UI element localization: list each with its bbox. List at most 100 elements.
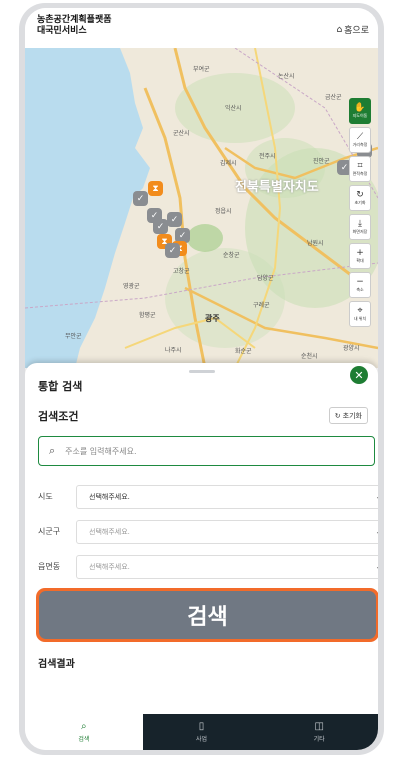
tool-save-button[interactable]: ⤓ 화면저장	[349, 214, 371, 240]
map-label-nonsan: 논산시	[278, 73, 295, 80]
app-title-line2: 대국민서비스	[37, 26, 87, 36]
map-label-gwangyang: 광양시	[343, 345, 360, 352]
map-label-suncheon: 순천시	[301, 353, 318, 360]
search-icon: ⌕	[49, 444, 56, 457]
map-label-jeonbuk: 전북특별자치도	[235, 180, 319, 195]
tool-distance-label: 거리측정	[352, 142, 368, 147]
filter-row-sido: 시도 선택해주세요. ⌄	[38, 485, 378, 509]
filter-label-sigungu: 시군구	[38, 527, 61, 536]
refresh-icon: ↻	[334, 411, 341, 420]
search-button[interactable]: 검색	[39, 591, 376, 639]
home-link[interactable]: ⌂ 홈으로	[336, 23, 369, 37]
clipboard-icon: ▯	[198, 721, 205, 732]
filter-label-sido: 시도	[38, 492, 53, 501]
search-panel: ✕ 통합 검색 검색조건 ↻ 초기화 ⌕ 시도 선택해주세요. ⌄ 시군구 선택…	[25, 363, 378, 720]
tool-distance-button[interactable]: ⟋ 거리측정	[349, 127, 371, 153]
app-title[interactable]: 농촌공간계획플랫폼 대국민서비스	[37, 15, 112, 37]
hand-icon: ✋	[354, 103, 366, 113]
tool-reset-label: 초기화	[354, 200, 366, 205]
filter-label-eupmyeondong: 읍면동	[38, 562, 61, 571]
app-title-line1: 농촌공간계획플랫폼	[37, 15, 112, 25]
nav-search-tab[interactable]: ⌕ 검색	[25, 714, 143, 750]
nav-etc-tab[interactable]: ◫ 기타	[260, 714, 378, 750]
eupmyeondong-select[interactable]: 선택해주세요. ⌄	[76, 555, 378, 579]
map-label-hampyeong: 함평군	[139, 312, 156, 319]
download-icon: ⤓	[358, 219, 362, 229]
sido-select-value: 선택해주세요.	[89, 493, 130, 501]
chevron-down-icon: ⌄	[375, 556, 378, 578]
map-marker-check-icon[interactable]: ✓	[133, 191, 148, 206]
ruler-icon: ⟋	[356, 132, 364, 142]
map-marker-check-icon[interactable]: ✓	[165, 243, 180, 258]
map-marker-hourglass-icon[interactable]: ⧗	[148, 181, 163, 196]
tool-pan-label: 지도이동	[352, 113, 368, 118]
map-label-geumsan: 금산군	[325, 94, 342, 101]
tool-area-label: 면적측정	[352, 171, 368, 176]
phone-frame: 농촌공간계획플랫폼 대국민서비스 ⌂ 홈으로 부여군 논산시 금산군 익산시 군…	[19, 3, 384, 755]
home-icon: ⌂	[336, 24, 343, 35]
map-label-jeonju: 전주시	[259, 153, 276, 160]
tool-zoom-out-button[interactable]: − 축소	[349, 272, 371, 298]
map-icon: ◫	[314, 721, 324, 732]
tool-my-location-label: 내 위치	[353, 316, 367, 321]
address-search-input[interactable]	[63, 445, 338, 457]
bottom-nav: ⌕ 검색 ▯ 사업 ◫ 기타	[25, 714, 378, 750]
map-label-muan: 무안군	[65, 333, 82, 340]
map-label-gochang: 고창군	[173, 268, 190, 275]
tool-save-label: 화면저장	[352, 229, 368, 234]
home-label: 홈으로	[344, 26, 369, 36]
close-icon: ✕	[354, 368, 364, 382]
map-label-iksan: 익산시	[225, 105, 242, 112]
map-label-naju: 나주시	[165, 347, 182, 354]
tool-pan-button[interactable]: ✋ 지도이동	[349, 98, 371, 124]
sea-area	[25, 48, 150, 368]
map-label-gurye: 구례군	[253, 302, 270, 309]
search-button-highlight: 검색	[36, 588, 378, 642]
nav-search-label: 검색	[78, 736, 90, 743]
conditions-title: 검색조건	[38, 410, 79, 423]
nav-etc-label: 기타	[313, 736, 325, 743]
tool-zoom-in-button[interactable]: + 확대	[349, 243, 371, 269]
map-label-yeonggwang: 영광군	[123, 283, 140, 290]
chevron-down-icon: ⌄	[375, 486, 378, 508]
sigungu-select-value: 선택해주세요.	[89, 528, 130, 536]
map-view[interactable]: 부여군 논산시 금산군 익산시 군산시 김제시 전주시 진안군 전북특별자치도 …	[25, 48, 378, 368]
filter-row-sigungu: 시군구 선택해주세요. ⌄	[38, 520, 378, 544]
map-label-gwangju: 광주	[205, 314, 220, 323]
tool-my-location-button[interactable]: ⌖ 내 위치	[349, 301, 371, 327]
park-area	[187, 224, 223, 252]
location-icon: ⌖	[357, 306, 363, 316]
map-marker-check-icon[interactable]: ✓	[153, 219, 168, 234]
search-icon: ⌕	[81, 721, 87, 732]
tool-zoom-out-label: 축소	[356, 287, 364, 292]
tool-reset-button[interactable]: ↻ 초기화	[349, 185, 371, 211]
map-label-gunsan: 군산시	[173, 130, 190, 137]
filter-row-eupmyeondong: 읍면동 선택해주세요. ⌄	[38, 555, 378, 579]
eupmyeondong-select-value: 선택해주세요.	[89, 563, 130, 571]
map-label-namwon: 남원시	[307, 240, 324, 247]
map-label-gimje: 김제시	[220, 160, 237, 167]
reset-button[interactable]: ↻ 초기화	[328, 407, 368, 424]
plus-icon: +	[356, 248, 364, 258]
area-icon: ⌗	[357, 161, 363, 171]
app-screen: 농촌공간계획플랫폼 대국민서비스 ⌂ 홈으로 부여군 논산시 금산군 익산시 군…	[25, 8, 378, 750]
map-label-jinan: 진안군	[313, 158, 330, 165]
tool-area-button[interactable]: ⌗ 면적측정	[349, 156, 371, 182]
sido-select[interactable]: 선택해주세요. ⌄	[76, 485, 378, 509]
map-label-buyeo: 부여군	[193, 66, 210, 73]
chevron-down-icon: ⌄	[375, 521, 378, 543]
panel-drag-handle[interactable]	[189, 370, 215, 373]
minus-icon: −	[356, 277, 364, 287]
nav-projects-label: 사업	[195, 736, 208, 743]
terrain-4	[165, 248, 285, 348]
nav-projects-tab[interactable]: ▯ 사업	[142, 714, 261, 750]
app-header: 농촌공간계획플랫폼 대국민서비스 ⌂ 홈으로	[25, 8, 378, 48]
sigungu-select[interactable]: 선택해주세요. ⌄	[76, 520, 378, 544]
close-panel-button[interactable]: ✕	[350, 366, 368, 384]
map-label-sunchang: 순창군	[223, 252, 240, 259]
refresh-icon: ↻	[356, 190, 364, 200]
map-label-damyang: 담양군	[257, 275, 274, 282]
map-marker-check-icon[interactable]: ✓	[167, 212, 182, 227]
panel-title: 통합 검색	[38, 380, 83, 393]
reset-label: 초기화	[342, 411, 362, 420]
